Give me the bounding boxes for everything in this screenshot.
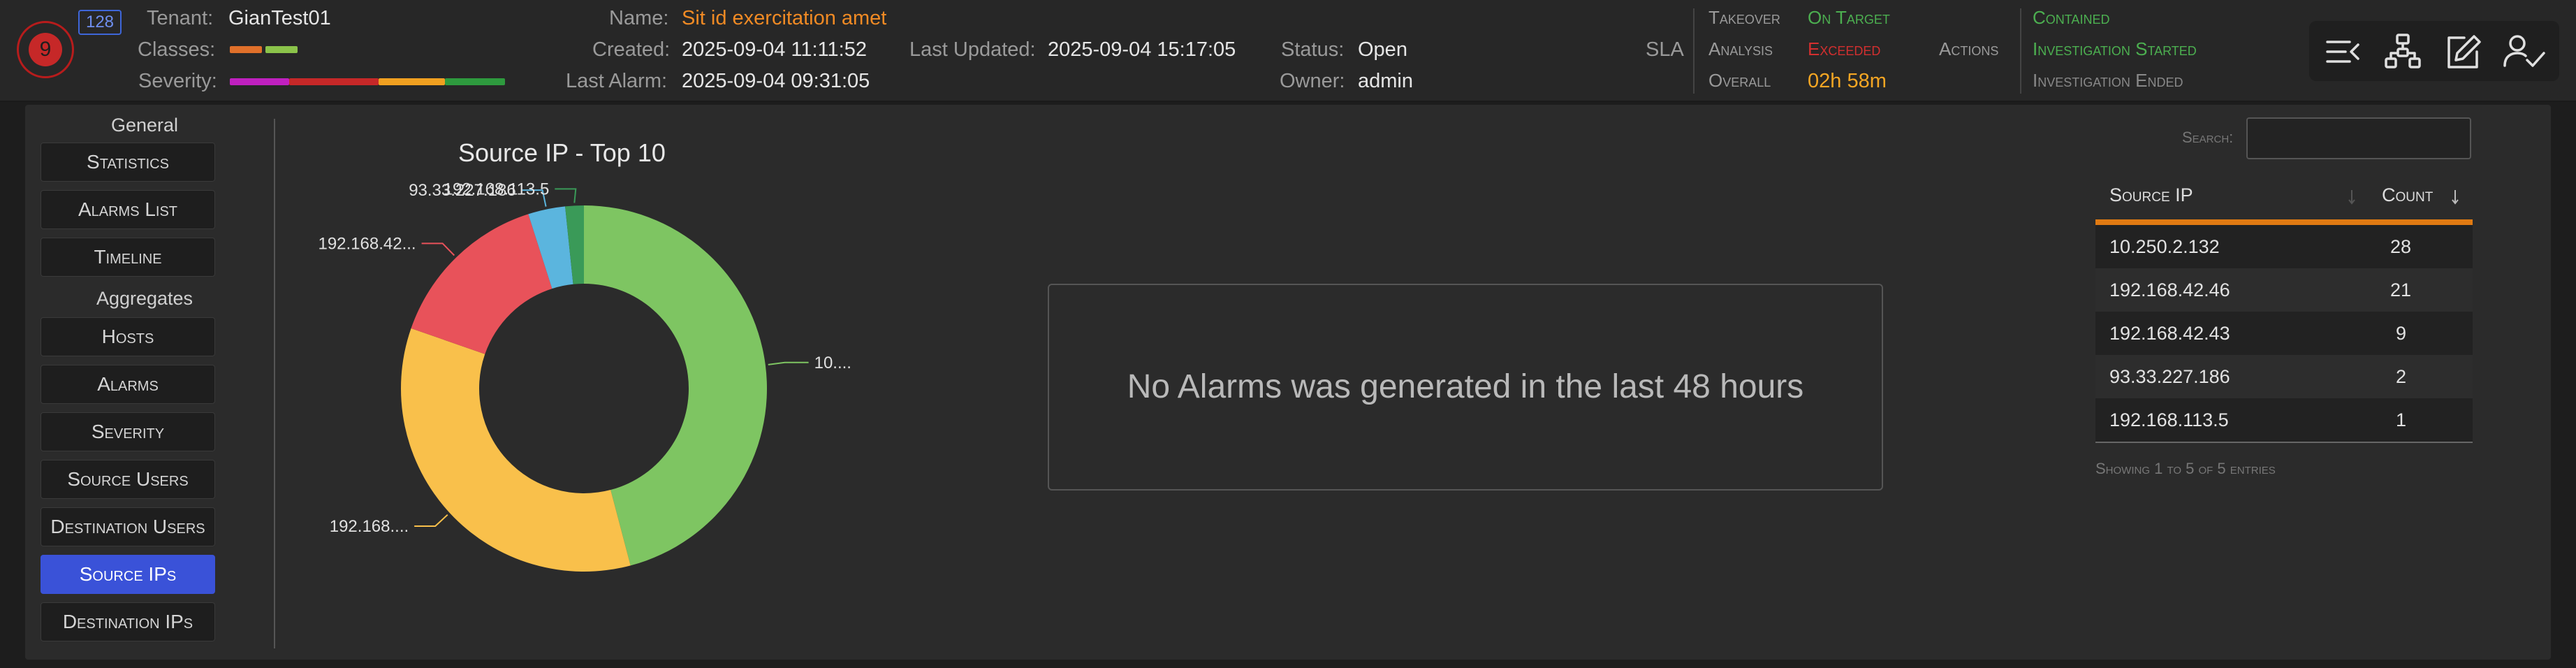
- table-row[interactable]: 192.168.42.43 9: [2095, 312, 2473, 355]
- cell-source-ip: 93.33.227.186: [2109, 366, 2230, 387]
- source-ip-donut-chart: 10....192.168....192.168.42...93.33.227.…: [318, 180, 851, 572]
- nav-heading-general: General: [110, 115, 179, 136]
- case-toolbar: [2309, 21, 2559, 81]
- nav-destination-ips[interactable]: Destination IPs: [41, 602, 215, 641]
- sla-label: SLA: [1646, 38, 1684, 61]
- table-row[interactable]: 192.168.42.46 21: [2095, 268, 2473, 312]
- table-header: Source IP Count: [2095, 170, 2473, 225]
- nav-divider: [274, 119, 275, 648]
- action-investigation-ended[interactable]: Investigation Ended: [2033, 70, 2183, 92]
- cell-count: 9: [2396, 323, 2407, 344]
- name-label: Name:: [609, 7, 669, 29]
- status-label: Status:: [1281, 38, 1345, 61]
- nav-heading-aggregates: Aggregates: [96, 288, 193, 309]
- cell-count: 21: [2390, 279, 2412, 300]
- last-updated-value: 2025-09-04 15:17:05: [1048, 38, 1236, 61]
- sort-icon[interactable]: [2347, 189, 2357, 205]
- slice-label: 192.168.113.5: [444, 180, 550, 198]
- nav-destination-users[interactable]: Destination Users: [41, 507, 215, 546]
- column-header-count[interactable]: Count: [2382, 184, 2433, 206]
- severity-bar-segment: [230, 78, 289, 85]
- donut-slice[interactable]: [401, 328, 631, 572]
- label-leader-line: [555, 188, 577, 203]
- created-value: 2025-09-04 11:11:52: [682, 38, 867, 61]
- slice-label: 192.168.42...: [318, 234, 416, 253]
- nav-timeline[interactable]: Timeline: [41, 238, 215, 277]
- sort-desc-icon[interactable]: [2450, 189, 2460, 205]
- analysis-value: Exceeded: [1808, 38, 1881, 59]
- severity-badge: 9: [17, 21, 74, 78]
- owner-label: Owner:: [1280, 70, 1345, 92]
- cell-count: 1: [2396, 409, 2407, 430]
- table-row[interactable]: 10.250.2.132 28: [2095, 225, 2473, 268]
- collapse-menu-icon[interactable]: [2323, 32, 2362, 71]
- assign-user-icon[interactable]: [2502, 32, 2545, 71]
- cell-source-ip: 192.168.42.46: [2109, 279, 2230, 300]
- tenant-value: GianTest01: [228, 7, 331, 29]
- main-panel: General Statistics Alarms List Timeline …: [25, 105, 2551, 660]
- cell-source-ip: 192.168.42.43: [2109, 323, 2230, 344]
- label-leader-line: [414, 514, 448, 527]
- last-alarm-label: Last Alarm:: [566, 70, 668, 92]
- cell-source-ip: 192.168.113.5: [2109, 409, 2229, 430]
- slice-label: 10....: [814, 354, 851, 372]
- status-value: Open: [1358, 38, 1407, 61]
- overall-label: Overall: [1708, 70, 1771, 91]
- owner-value: admin: [1358, 70, 1413, 92]
- severity-bar-segment: [445, 78, 505, 85]
- alarm-count-chip: 128: [78, 10, 122, 35]
- nav-hosts[interactable]: Hosts: [41, 317, 215, 356]
- action-investigation-started[interactable]: Investigation Started: [2033, 38, 2197, 60]
- nav-severity[interactable]: Severity: [41, 412, 215, 451]
- column-header-source-ip[interactable]: Source IP: [2109, 184, 2193, 206]
- nav-statistics[interactable]: Statistics: [41, 143, 215, 182]
- nav-source-users[interactable]: Source Users: [41, 460, 215, 499]
- donut-slice[interactable]: [411, 214, 552, 354]
- divider: [1693, 8, 1695, 94]
- overall-value: 02h 58m: [1808, 70, 1887, 92]
- divider: [2020, 8, 2021, 94]
- class-bar-orange: [230, 46, 262, 53]
- case-header: 9 128 Tenant: GianTest01 Classes: Severi…: [0, 0, 2576, 102]
- hierarchy-icon[interactable]: [2383, 32, 2422, 71]
- nav-source-ips[interactable]: Source IPs: [41, 555, 215, 594]
- search-input[interactable]: [2246, 117, 2471, 159]
- last-updated-label: Last Updated:: [909, 38, 1036, 61]
- takeover-label: Takeover: [1708, 7, 1780, 28]
- cell-source-ip: 10.250.2.132: [2109, 236, 2220, 257]
- nav-alarms-list[interactable]: Alarms List: [41, 190, 215, 229]
- tenant-label: Tenant:: [147, 7, 214, 29]
- severity-label: Severity:: [138, 70, 217, 92]
- actions-label: Actions: [1939, 38, 1999, 59]
- table-row[interactable]: 192.168.113.5 1: [2095, 398, 2473, 443]
- takeover-value: On Target: [1808, 7, 1890, 28]
- class-bar-green: [265, 46, 298, 53]
- search-label: Search:: [2182, 129, 2234, 146]
- case-name: Sit id exercitation amet: [682, 7, 887, 29]
- severity-bar-segment: [289, 78, 379, 85]
- analysis-label: Analysis: [1708, 38, 1773, 59]
- cell-count: 28: [2390, 236, 2412, 257]
- classes-label: Classes:: [138, 38, 216, 61]
- label-leader-line: [421, 242, 455, 256]
- label-leader-line: [768, 361, 809, 365]
- severity-bar-segment: [379, 78, 445, 85]
- created-label: Created:: [592, 38, 671, 61]
- cell-count: 2: [2396, 366, 2407, 387]
- severity-level: 9: [29, 33, 62, 66]
- nav-alarms[interactable]: Alarms: [41, 365, 215, 404]
- source-ip-table: Source IP Count 10.250.2.132 28 192.168.…: [2095, 170, 2473, 443]
- no-alarms-message: No Alarms was generated in the last 48 h…: [1048, 284, 1883, 491]
- table-footer: Showing 1 to 5 of 5 entries: [2095, 460, 2276, 477]
- last-alarm-value: 2025-09-04 09:31:05: [682, 70, 870, 92]
- edit-icon[interactable]: [2443, 32, 2482, 71]
- table-row[interactable]: 93.33.227.186 2: [2095, 355, 2473, 398]
- action-contained[interactable]: Contained: [2033, 7, 2109, 29]
- slice-label: 192.168....: [330, 517, 409, 536]
